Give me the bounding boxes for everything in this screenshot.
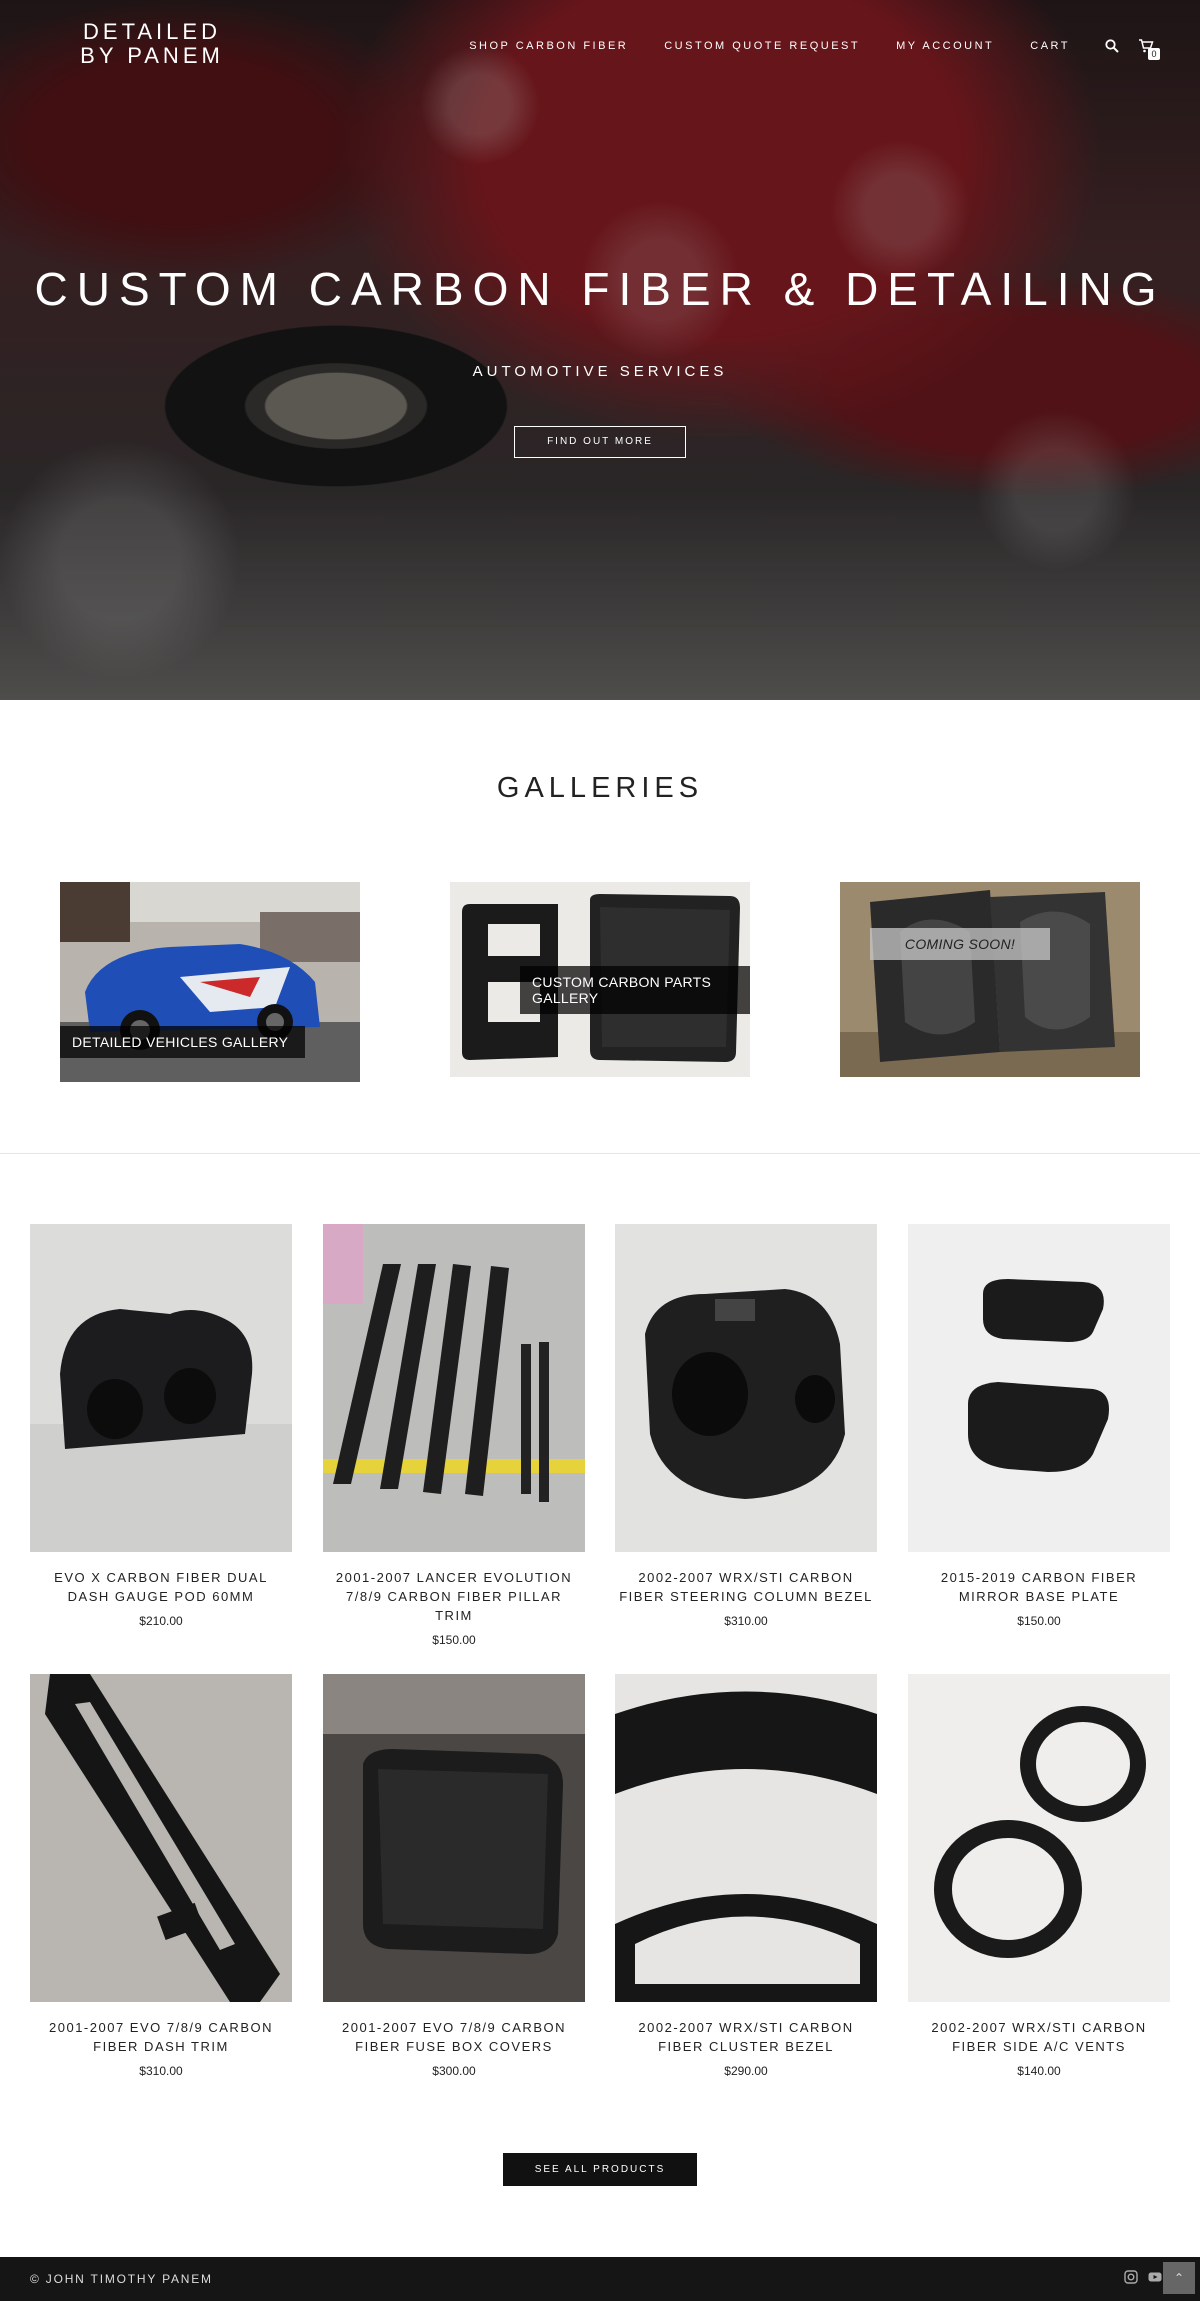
search-icon[interactable]: [1102, 36, 1122, 56]
product-price: $150.00: [432, 1633, 476, 1647]
back-to-top-icon[interactable]: ⌃: [1163, 2262, 1195, 2294]
gallery-label[interactable]: DETAILED VEHICLES GALLERY: [60, 1026, 305, 1058]
site-logo[interactable]: DETAILED BY PANEM: [72, 20, 232, 68]
product-card[interactable]: 2001-2007 EVO 7/8/9 CARBON FIBER FUSE BO…: [323, 1674, 585, 2078]
product-price: $210.00: [139, 1614, 183, 1628]
product-title[interactable]: 2002-2007 WRX/STI CARBON FIBER SIDE A/C …: [908, 2018, 1170, 2056]
product-title[interactable]: 2015-2019 CARBON FIBER MIRROR BASE PLATE: [908, 1568, 1170, 1606]
product-price: $310.00: [139, 2064, 183, 2078]
gallery-image-coming-soon: [840, 882, 1140, 1077]
product-title[interactable]: 2001-2007 EVO 7/8/9 CARBON FIBER DASH TR…: [30, 2018, 292, 2056]
product-card[interactable]: EVO X CARBON FIBER DUAL DASH GAUGE POD 6…: [30, 1224, 292, 1628]
main-nav: SHOP CARBON FIBER CUSTOM QUOTE REQUEST M…: [469, 36, 1160, 60]
youtube-icon[interactable]: [1148, 2270, 1164, 2286]
product-price: $300.00: [432, 2064, 476, 2078]
product-price: $310.00: [724, 1614, 768, 1628]
hero-title: CUSTOM CARBON FIBER & DETAILING: [34, 263, 1166, 315]
product-price: $140.00: [1017, 2064, 1061, 2078]
product-image[interactable]: [908, 1674, 1170, 2002]
site-footer: © JOHN TIMOTHY PANEM ⌃: [0, 2257, 1200, 2301]
copyright-text: © JOHN TIMOTHY PANEM: [30, 2272, 213, 2286]
product-title[interactable]: 2001-2007 LANCER EVOLUTION 7/8/9 CARBON …: [323, 1568, 585, 1625]
product-image[interactable]: [323, 1674, 585, 2002]
nav-shop-carbon-fiber[interactable]: SHOP CARBON FIBER: [469, 40, 628, 52]
product-image[interactable]: [615, 1674, 877, 2002]
product-title[interactable]: 2001-2007 EVO 7/8/9 CARBON FIBER FUSE BO…: [323, 2018, 585, 2056]
product-image[interactable]: [615, 1224, 877, 1552]
nav-custom-quote-request[interactable]: CUSTOM QUOTE REQUEST: [664, 40, 860, 52]
galleries-heading: GALLERIES: [496, 772, 704, 804]
product-price: $290.00: [724, 2064, 768, 2078]
nav-cart[interactable]: CART: [1030, 40, 1070, 52]
section-divider: [0, 1153, 1200, 1154]
product-card[interactable]: 2002-2007 WRX/STI CARBON FIBER SIDE A/C …: [908, 1674, 1170, 2078]
product-price: $150.00: [1017, 1614, 1061, 1628]
product-title[interactable]: 2002-2007 WRX/STI CARBON FIBER STEERING …: [615, 1568, 877, 1606]
product-title[interactable]: EVO X CARBON FIBER DUAL DASH GAUGE POD 6…: [30, 1568, 292, 1606]
cart-icon[interactable]: 0: [1136, 36, 1160, 60]
cart-count-badge: 0: [1148, 48, 1160, 60]
gallery-custom-carbon-parts[interactable]: CUSTOM CARBON PARTS GALLERY: [450, 882, 750, 1077]
find-out-more-button[interactable]: FIND OUT MORE: [514, 426, 686, 458]
product-image[interactable]: [908, 1224, 1170, 1552]
product-title[interactable]: 2002-2007 WRX/STI CARBON FIBER CLUSTER B…: [615, 2018, 877, 2056]
instagram-icon[interactable]: [1124, 2270, 1140, 2286]
see-all-products-button[interactable]: SEE ALL PRODUCTS: [503, 2153, 697, 2186]
product-image[interactable]: [30, 1674, 292, 2002]
nav-my-account[interactable]: MY ACCOUNT: [896, 40, 994, 52]
product-card[interactable]: 2002-2007 WRX/STI CARBON FIBER STEERING …: [615, 1224, 877, 1628]
product-image[interactable]: [323, 1224, 585, 1552]
gallery-label[interactable]: COMING SOON!: [870, 928, 1050, 960]
gallery-detailed-vehicles[interactable]: DETAILED VEHICLES GALLERY: [60, 882, 360, 1082]
hero-subtitle: AUTOMOTIVE SERVICES: [472, 363, 728, 380]
product-card[interactable]: 2001-2007 EVO 7/8/9 CARBON FIBER DASH TR…: [30, 1674, 292, 2078]
product-image[interactable]: [30, 1224, 292, 1552]
hero-banner: DETAILED BY PANEM SHOP CARBON FIBER CUST…: [0, 0, 1200, 700]
product-card[interactable]: 2002-2007 WRX/STI CARBON FIBER CLUSTER B…: [615, 1674, 877, 2078]
product-card[interactable]: 2015-2019 CARBON FIBER MIRROR BASE PLATE…: [908, 1224, 1170, 1628]
product-card[interactable]: 2001-2007 LANCER EVOLUTION 7/8/9 CARBON …: [323, 1224, 585, 1647]
gallery-coming-soon[interactable]: COMING SOON!: [840, 882, 1140, 1077]
gallery-label[interactable]: CUSTOM CARBON PARTS GALLERY: [520, 966, 750, 1014]
